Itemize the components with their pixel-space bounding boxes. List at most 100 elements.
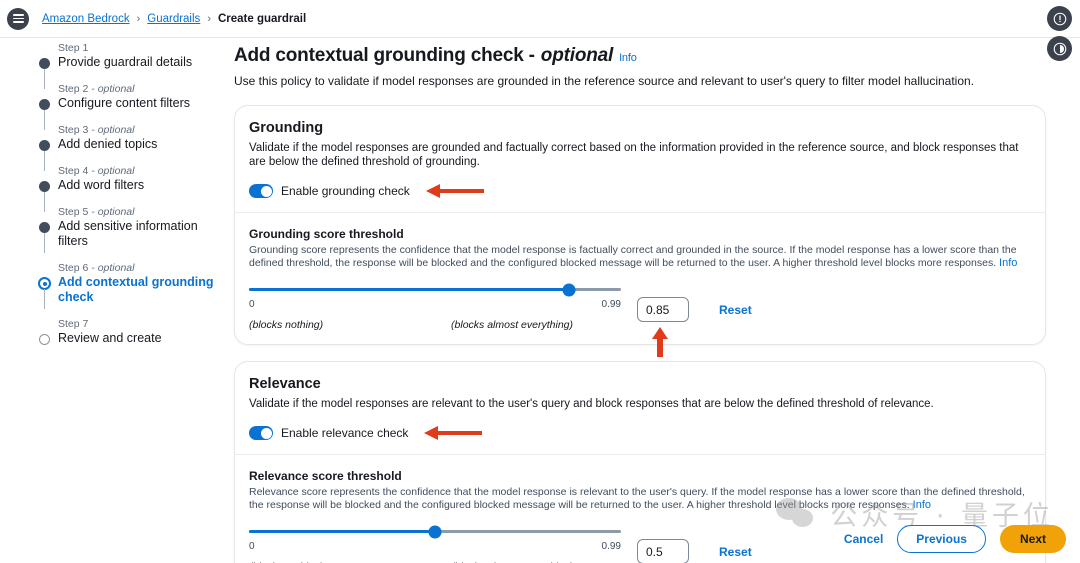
grounding-card: Grounding Validate if the model response… — [234, 105, 1046, 357]
breadcrumb-item-create-guardrail: Create guardrail — [217, 12, 307, 25]
page-title-info-link[interactable]: Info — [619, 52, 637, 64]
grounding-threshold-description: Grounding score represents the confidenc… — [249, 244, 1031, 270]
hamburger-icon[interactable] — [7, 7, 29, 30]
relevance-slider-fill — [249, 530, 435, 533]
breadcrumb: Amazon Bedrock › Guardrails › Create gua… — [42, 13, 306, 25]
top-navigation-bar: Amazon Bedrock › Guardrails › Create gua… — [0, 0, 1080, 38]
grounding-threshold-info-link[interactable]: Info — [999, 257, 1017, 269]
relevance-reset-link[interactable]: Reset — [719, 545, 752, 559]
footer-actions: Cancel Previous Next — [844, 525, 1066, 553]
step-number: Step 5 - optional — [58, 206, 135, 218]
grounding-slider[interactable]: 0 0.99 (blocks nothing) (blocks almost e… — [249, 283, 621, 331]
step-title[interactable]: Add word filters — [58, 178, 218, 193]
grounding-slider-min-label: 0 — [249, 299, 255, 310]
sidebar-step-4[interactable]: Step 4 - optional Add word filters — [38, 165, 218, 212]
arrow-to-relevance-toggle — [424, 426, 483, 440]
relevance-threshold-title: Relevance score threshold — [249, 469, 402, 483]
step-title[interactable]: Add denied topics — [58, 137, 218, 152]
grounding-card-header: Grounding Validate if the model response… — [235, 106, 1045, 212]
step-number: Step 4 - optional — [58, 165, 135, 177]
page-description: Use this policy to validate if model res… — [234, 74, 975, 88]
relevance-slider-max-label: 0.99 — [601, 541, 621, 552]
grounding-slider-captions: (blocks nothing) (blocks almost everythi… — [249, 319, 621, 331]
grounding-slider-row: 0 0.99 (blocks nothing) (blocks almost e… — [249, 283, 1031, 357]
grounding-section-title: Grounding — [249, 120, 324, 136]
sidebar-step-5[interactable]: Step 5 - optional Add sensitive informat… — [38, 206, 218, 253]
relevance-slider-handle[interactable] — [428, 525, 442, 538]
relevance-threshold-input[interactable]: 0.5 — [637, 539, 689, 563]
settings-circle-icon[interactable] — [1047, 36, 1072, 61]
step-dot-icon — [39, 99, 50, 110]
side-icon-panel — [1047, 6, 1072, 61]
step-title[interactable]: Add sensitive information filters — [58, 219, 218, 249]
step-dot-icon — [39, 181, 50, 192]
enable-grounding-check-row: Enable grounding check — [249, 183, 1031, 199]
relevance-threshold-description-text: Relevance score represents the confidenc… — [249, 486, 1025, 511]
chevron-right-icon: › — [207, 12, 211, 25]
page-root: Amazon Bedrock › Guardrails › Create gua… — [0, 0, 1080, 563]
step-connector — [44, 289, 45, 309]
previous-button[interactable]: Previous — [897, 525, 986, 553]
relevance-card-header: Relevance Validate if the model response… — [235, 362, 1045, 454]
sidebar-step-3[interactable]: Step 3 - optional Add denied topics — [38, 124, 218, 171]
relevance-slider-min-label: 0 — [249, 541, 255, 552]
step-connector — [44, 233, 45, 253]
toggle-knob — [260, 427, 272, 439]
grounding-slider-track[interactable] — [249, 283, 621, 296]
info-circle-icon[interactable] — [1047, 6, 1072, 31]
step-dot-icon — [39, 140, 50, 151]
chevron-right-icon: › — [136, 12, 141, 25]
cancel-button[interactable]: Cancel — [844, 532, 883, 546]
relevance-slider[interactable]: 0 0.99 (blocks nothing) (blocks almost e… — [249, 525, 621, 563]
breadcrumb-item-amazon-bedrock[interactable]: Amazon Bedrock — [42, 13, 130, 25]
step-number: Step 1 — [58, 42, 89, 54]
grounding-threshold-block: Grounding score threshold Grounding scor… — [235, 213, 1045, 357]
grounding-slider-fill — [249, 288, 569, 291]
enable-relevance-check-toggle[interactable] — [249, 426, 273, 440]
grounding-threshold-title: Grounding score threshold — [249, 227, 404, 241]
step-number: Step 2 - optional — [58, 83, 135, 95]
enable-relevance-check-row: Enable relevance check — [249, 425, 1031, 441]
arrow-to-grounding-toggle — [425, 184, 484, 198]
grounding-caption-max: (blocks almost everything) — [451, 319, 573, 331]
enable-grounding-check-toggle[interactable] — [249, 184, 273, 198]
page-title-optional: optional — [540, 45, 614, 66]
relevance-threshold-description: Relevance score represents the confidenc… — [249, 486, 1031, 512]
breadcrumb-item-guardrails[interactable]: Guardrails — [147, 13, 200, 25]
step-dot-icon — [39, 222, 50, 233]
grounding-caption-min: (blocks nothing) — [249, 319, 324, 331]
main-content: Add contextual grounding check - optiona… — [234, 45, 1046, 563]
relevance-section-title: Relevance — [249, 376, 321, 392]
step-dot-icon — [39, 334, 50, 345]
grounding-threshold-input[interactable]: 0.85 — [637, 297, 689, 322]
step-title[interactable]: Provide guardrail details — [58, 55, 218, 70]
page-title: Add contextual grounding check - optiona… — [234, 45, 1046, 67]
relevance-section-description: Validate if the model responses are rele… — [249, 398, 934, 410]
step-number: Step 3 - optional — [58, 124, 135, 136]
next-button[interactable]: Next — [999, 525, 1066, 553]
grounding-threshold-description-text: Grounding score represents the confidenc… — [249, 244, 1017, 269]
step-title[interactable]: Review and create — [58, 331, 218, 346]
sidebar-step-6[interactable]: Step 6 - optional Add contextual groundi… — [38, 262, 218, 309]
wizard-steps-sidebar: Step 1 Provide guardrail details Step 2 … — [38, 42, 218, 346]
sidebar-step-1[interactable]: Step 1 Provide guardrail details — [38, 42, 218, 89]
relevance-slider-track[interactable] — [249, 525, 621, 538]
grounding-reset-link[interactable]: Reset — [719, 303, 752, 317]
grounding-slider-handle[interactable] — [562, 283, 576, 296]
relevance-threshold-info-link[interactable]: Info — [913, 499, 931, 511]
step-number: Step 6 - optional — [58, 262, 135, 274]
step-number: Step 7 — [58, 318, 89, 330]
arrow-to-grounding-value — [652, 327, 668, 357]
relevance-slider-ticks: 0 0.99 — [249, 541, 621, 552]
step-dot-icon — [39, 58, 50, 69]
page-title-text: Add contextual grounding check - — [234, 45, 535, 66]
step-title[interactable]: Configure content filters — [58, 96, 218, 111]
sidebar-step-2[interactable]: Step 2 - optional Configure content filt… — [38, 83, 218, 130]
toggle-knob — [260, 185, 272, 197]
sidebar-step-7[interactable]: Step 7 Review and create — [38, 318, 218, 346]
step-title[interactable]: Add contextual grounding check — [58, 275, 218, 305]
grounding-section-description: Validate if the model responses are grou… — [249, 142, 1019, 168]
grounding-slider-max-label: 0.99 — [601, 299, 621, 310]
enable-relevance-check-label: Enable relevance check — [281, 426, 409, 440]
enable-grounding-check-label: Enable grounding check — [281, 184, 410, 198]
